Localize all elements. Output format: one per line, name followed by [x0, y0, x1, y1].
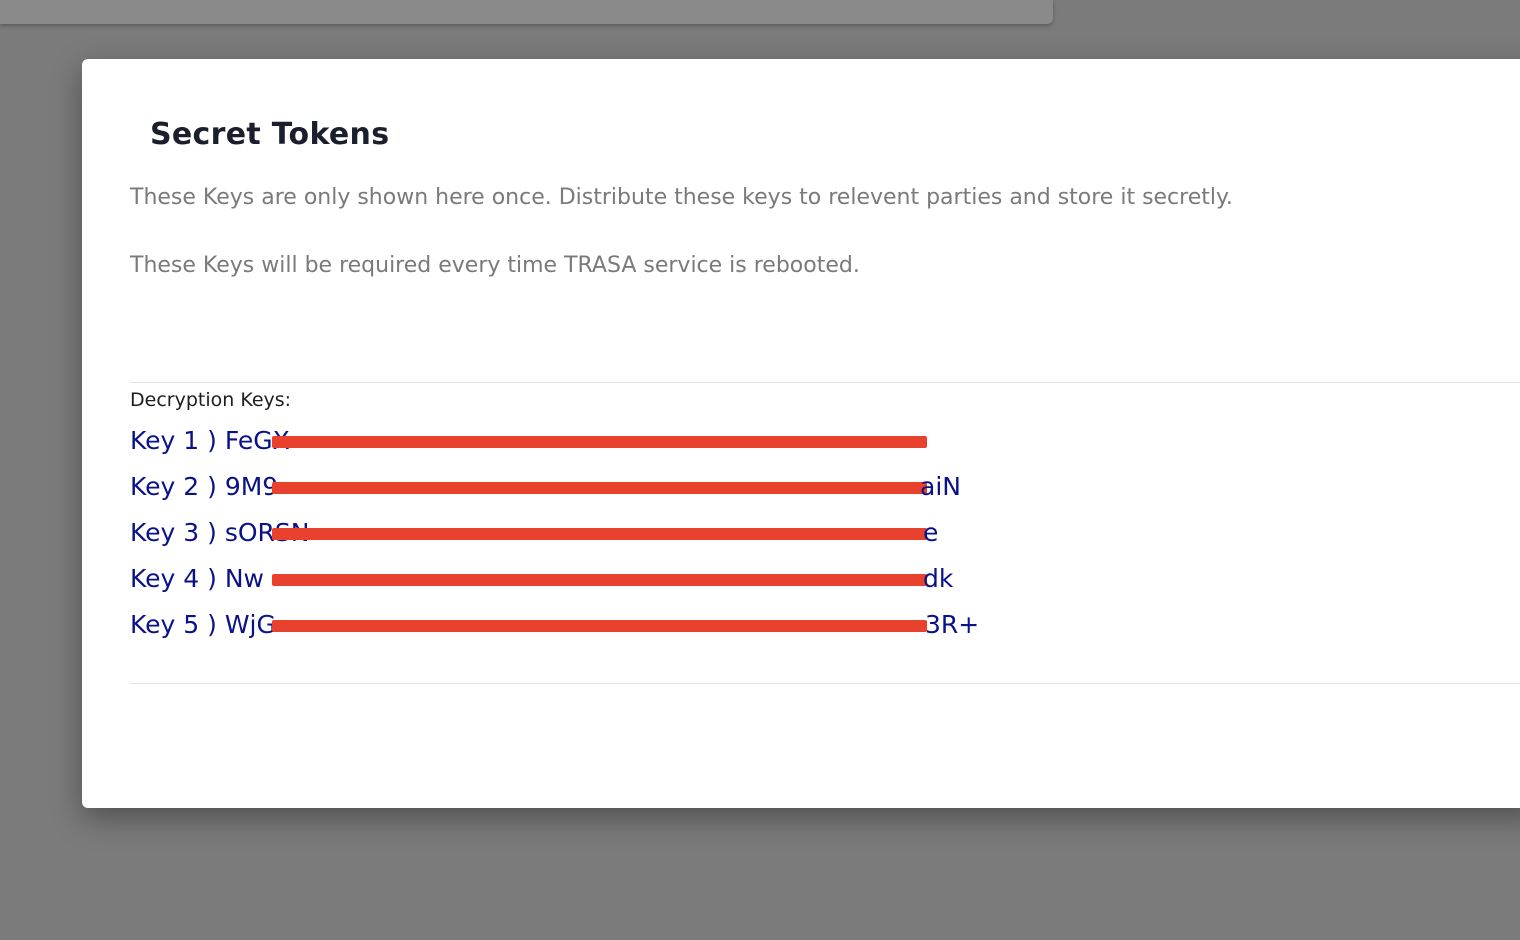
redaction-mark: [272, 574, 927, 586]
key-tail: 3R+: [925, 610, 980, 639]
decryption-keys-list: Key 1 ) FeGX Key 2 ) 9M9 aiN Key 3 ) sOR…: [130, 421, 979, 651]
divider: [130, 683, 1520, 684]
decryption-keys-label: Decryption Keys:: [130, 389, 292, 411]
decryption-key-4[interactable]: Key 4 ) Nw dk: [130, 559, 953, 605]
dialog-description-reboot: These Keys will be required every time T…: [130, 253, 860, 278]
decryption-key-5[interactable]: Key 5 ) WjG 3R+: [130, 605, 979, 651]
divider: [130, 382, 1520, 383]
key-tail: dk: [923, 564, 954, 593]
key-tail: aiN: [920, 472, 961, 501]
decryption-key-2[interactable]: Key 2 ) 9M9 aiN: [130, 467, 961, 513]
background-card: [0, 0, 1053, 24]
key-tail: e: [923, 518, 939, 547]
decryption-key-3[interactable]: Key 3 ) sORSN e: [130, 513, 938, 559]
key-text: Key 5 ) WjG: [130, 610, 276, 639]
dialog-description-once: These Keys are only shown here once. Dis…: [130, 185, 1233, 210]
key-text: Key 4 ) Nw: [130, 564, 264, 593]
decryption-key-1[interactable]: Key 1 ) FeGX: [130, 421, 927, 467]
key-text: Key 2 ) 9M9: [130, 472, 279, 501]
redaction-mark: [272, 436, 927, 448]
redaction-mark: [272, 528, 927, 540]
dialog-title: Secret Tokens: [150, 117, 390, 152]
key-text: Key 1 ) FeGX: [130, 426, 290, 455]
redaction-mark: [272, 482, 927, 494]
secret-tokens-dialog: Secret Tokens These Keys are only shown …: [82, 59, 1520, 808]
redaction-mark: [272, 620, 927, 632]
